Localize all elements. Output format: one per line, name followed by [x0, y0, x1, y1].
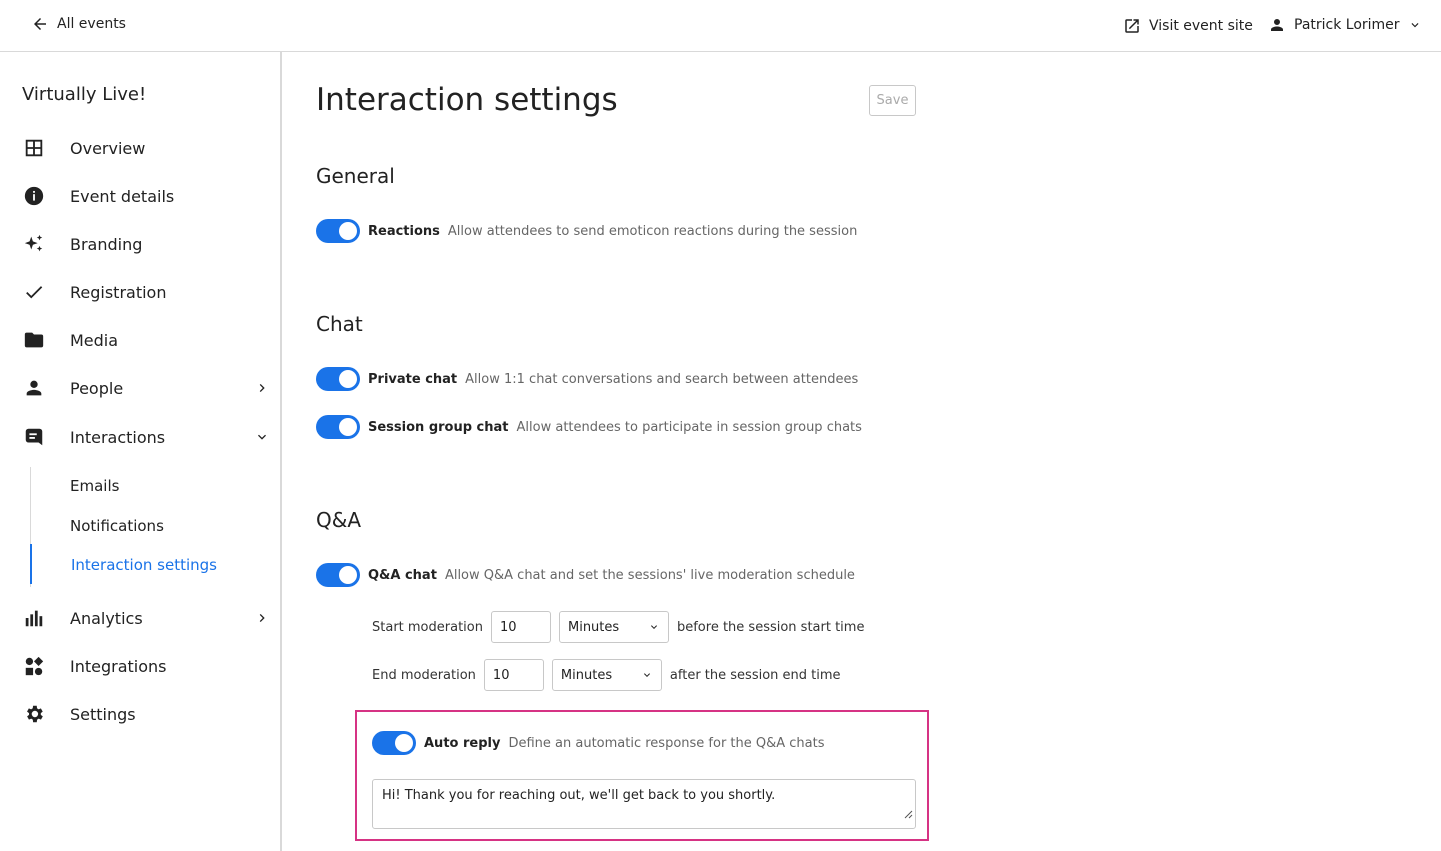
visit-event-site-label: Visit event site — [1149, 18, 1253, 34]
sidebar-item-label: Branding — [70, 234, 143, 254]
bar-chart-icon — [23, 607, 45, 629]
qa-chat-toggle[interactable] — [316, 563, 360, 587]
page-title: Interaction settings — [316, 82, 618, 118]
sidebar-item-label: Analytics — [70, 608, 143, 628]
integrations-icon — [23, 655, 45, 677]
end-moderation-suffix: after the session end time — [669, 667, 841, 683]
setting-name: Reactions — [368, 223, 440, 239]
sidebar-item-people[interactable]: People — [0, 368, 280, 408]
private-chat-toggle[interactable] — [316, 367, 360, 391]
sidebar-item-label: Settings — [70, 704, 136, 724]
top-bar: All events Visit event site Patrick Lori… — [0, 0, 1441, 52]
private-chat-setting: Private chat Allow 1:1 chat conversation… — [316, 367, 858, 391]
setting-description: Define an automatic response for the Q&A… — [508, 735, 825, 751]
end-moderation-label: End moderation — [372, 667, 476, 683]
start-moderation-unit-select[interactable]: Minutes — [558, 611, 669, 643]
all-events-link[interactable]: All events — [31, 15, 126, 33]
chevron-right-icon — [259, 384, 265, 392]
end-moderation-row: End moderation Minutes after the session… — [372, 658, 841, 692]
session-group-chat-toggle[interactable] — [316, 415, 360, 439]
setting-name: Private chat — [368, 371, 458, 387]
sidebar-item-analytics[interactable]: Analytics — [0, 598, 280, 638]
chevron-down-icon — [643, 673, 650, 677]
sidebar-item-label: Overview — [70, 138, 146, 158]
sidebar-item-media[interactable]: Media — [0, 320, 280, 360]
sidebar-item-label: Interactions — [70, 427, 166, 447]
sidebar-item-label: Event details — [70, 186, 175, 206]
sparkles-icon — [23, 233, 45, 255]
user-name: Patrick Lorimer — [1294, 17, 1400, 33]
chevron-down-icon — [1411, 23, 1419, 28]
arrow-left-icon — [34, 18, 46, 30]
sidebar: Virtually Live! Overview Event details B… — [0, 52, 282, 851]
user-menu[interactable]: Patrick Lorimer — [1268, 16, 1422, 34]
setting-description: Allow attendees to send emoticon reactio… — [447, 223, 858, 239]
visit-event-site-link[interactable]: Visit event site — [1123, 17, 1253, 35]
auto-reply-message-field[interactable]: Hi! Thank you for reaching out, we'll ge… — [372, 779, 916, 829]
end-moderation-unit-select[interactable]: Minutes — [551, 659, 662, 691]
folder-icon — [23, 329, 45, 351]
sidebar-item-event-details[interactable]: Event details — [0, 176, 280, 216]
sidebar-item-interactions[interactable]: Interactions — [0, 417, 280, 457]
person-icon — [1271, 19, 1283, 31]
chevron-down-icon — [258, 434, 266, 440]
setting-name: Q&A chat — [368, 567, 437, 583]
start-moderation-input[interactable] — [490, 611, 551, 643]
save-button[interactable]: Save — [869, 85, 916, 116]
reactions-toggle[interactable] — [316, 219, 360, 243]
sidebar-item-label: Registration — [70, 282, 167, 302]
setting-description: Allow 1:1 chat conversations and search … — [465, 371, 859, 387]
all-events-label: All events — [57, 16, 126, 32]
event-name: Virtually Live! — [22, 84, 147, 105]
submenu-active-indicator — [30, 544, 32, 584]
sidebar-subitem-notifications[interactable]: Notifications — [70, 517, 164, 535]
select-value: Minutes — [560, 667, 613, 683]
chevron-down-icon — [650, 625, 657, 629]
section-title-chat: Chat — [316, 312, 363, 336]
grid-icon — [23, 137, 45, 159]
person-icon — [23, 377, 45, 399]
start-moderation-suffix: before the session start time — [676, 619, 865, 635]
sidebar-subitem-emails[interactable]: Emails — [70, 477, 119, 495]
sidebar-item-registration[interactable]: Registration — [0, 272, 280, 312]
setting-description: Allow Q&A chat and set the sessions' liv… — [444, 567, 855, 583]
sidebar-item-label: People — [70, 378, 124, 398]
setting-description: Allow attendees to participate in sessio… — [516, 419, 862, 435]
section-title-general: General — [316, 164, 395, 188]
start-moderation-row: Start moderation Minutes before the sess… — [372, 610, 864, 644]
select-value: Minutes — [567, 619, 620, 635]
sidebar-item-overview[interactable]: Overview — [0, 128, 280, 168]
auto-reply-setting: Auto reply Define an automatic response … — [372, 731, 825, 755]
sidebar-subitem-interaction-settings[interactable]: Interaction settings — [71, 556, 217, 574]
sidebar-item-label: Integrations — [70, 656, 167, 676]
chevron-right-icon — [259, 614, 265, 622]
gear-icon — [23, 703, 45, 725]
session-group-chat-setting: Session group chat Allow attendees to pa… — [316, 415, 862, 439]
sidebar-item-settings[interactable]: Settings — [0, 694, 280, 734]
auto-reply-toggle[interactable] — [372, 731, 416, 755]
qa-chat-setting: Q&A chat Allow Q&A chat and set the sess… — [316, 563, 855, 587]
chat-icon — [23, 426, 45, 448]
section-title-qa: Q&A — [316, 508, 362, 532]
resize-handle-icon[interactable] — [903, 809, 913, 819]
start-moderation-label: Start moderation — [372, 619, 483, 635]
setting-name: Auto reply — [424, 735, 501, 751]
info-icon — [23, 185, 45, 207]
sidebar-item-integrations[interactable]: Integrations — [0, 646, 280, 686]
setting-name: Session group chat — [368, 419, 509, 435]
check-icon — [23, 281, 45, 303]
reactions-setting: Reactions Allow attendees to send emotic… — [316, 219, 857, 243]
external-link-icon — [1125, 19, 1139, 33]
sidebar-item-label: Media — [70, 330, 119, 350]
sidebar-item-branding[interactable]: Branding — [0, 224, 280, 264]
end-moderation-input[interactable] — [483, 659, 544, 691]
